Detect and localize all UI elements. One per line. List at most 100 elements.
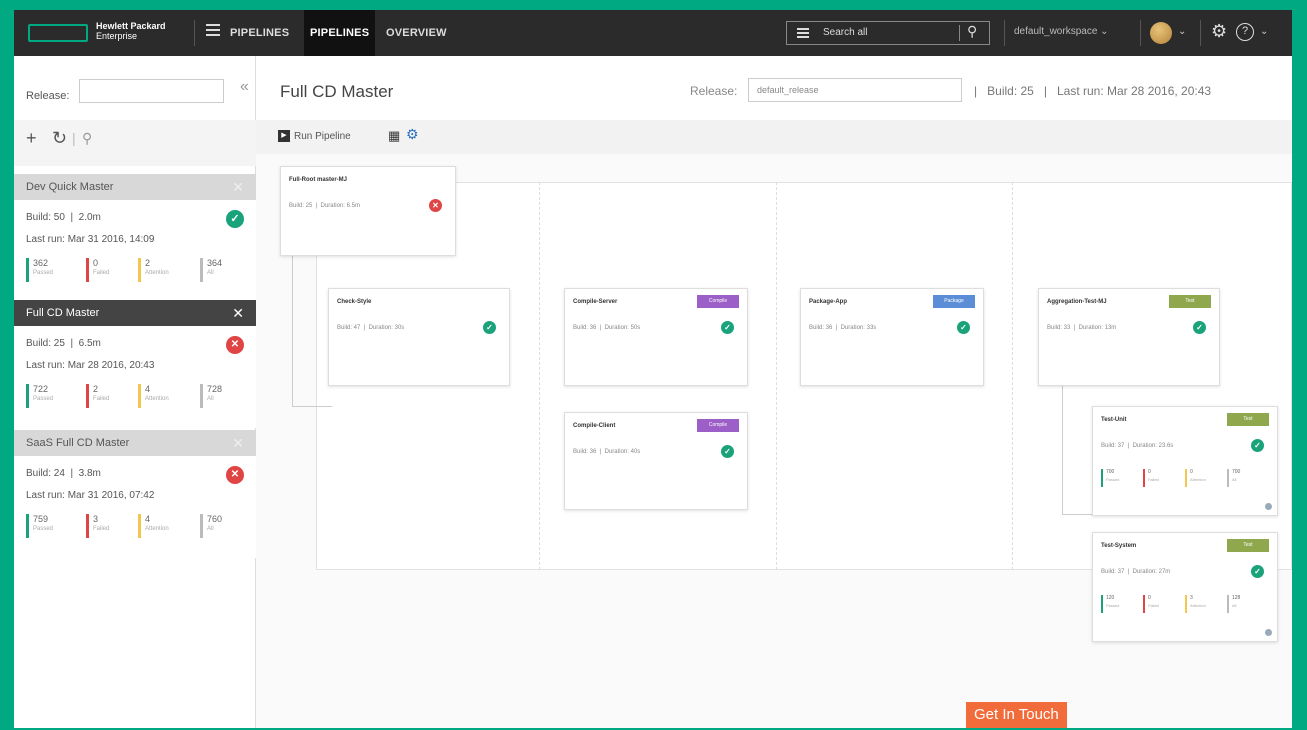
job-name[interactable]: Aggregation-Test-MJ — [1047, 299, 1107, 305]
job-name[interactable]: Compile-Client — [573, 423, 615, 429]
test-stat[interactable]: 4 Attention — [138, 514, 169, 538]
test-stat[interactable]: 0 Failed — [1143, 469, 1159, 487]
divider: | — [72, 130, 76, 146]
release-select[interactable]: default_release — [748, 78, 962, 102]
search-icon[interactable]: ⚲ — [967, 23, 977, 40]
menu-icon[interactable] — [206, 24, 220, 36]
grid-view-icon[interactable]: ▦ — [388, 128, 400, 144]
pipeline-job[interactable]: Compile-Client Build: 36 | Duration: 40s C… — [564, 412, 748, 510]
job-name[interactable]: Compile-Server — [573, 299, 617, 305]
pipeline-canvas: Full-Root master-MJ Build: 25 | Duration:… — [256, 154, 1292, 728]
job-duration: Duration: 40s — [604, 449, 641, 455]
pipeline-card[interactable]: Full CD Master ✕ Build: 25 | 6.5m Last run:… — [14, 300, 256, 428]
passed-status-icon: ✓ — [1251, 565, 1264, 578]
nav-pipelines[interactable]: PIPELINES — [304, 10, 376, 56]
close-icon[interactable]: ✕ — [232, 430, 244, 456]
test-stat[interactable]: 700 All — [1227, 469, 1240, 487]
search-menu-icon[interactable] — [797, 28, 809, 40]
pipeline-job[interactable]: Package-App Build: 36 | Duration: 33s Pack… — [800, 288, 984, 386]
stat-value: 728 — [207, 384, 223, 394]
pipelines-sidebar: Release: « + ↻ | ⚲ Dev Quick Master ✕ Buil… — [14, 56, 256, 728]
test-stat[interactable]: 2 Attention — [138, 258, 169, 282]
nav-pipelines-module[interactable]: PIPELINES — [230, 10, 289, 56]
test-stat[interactable]: 128 All — [1227, 595, 1240, 613]
chevron-down-icon[interactable]: ⌄ — [1178, 26, 1186, 37]
test-stat[interactable]: 362 Passed — [26, 258, 53, 282]
stat-label: All — [207, 270, 214, 276]
pipeline-job[interactable]: Aggregation-Test-MJ Build: 33 | Duration:… — [1038, 288, 1220, 386]
pipeline-job[interactable]: Test-System Build: 37 | Duration: 27m Test… — [1092, 532, 1278, 642]
job-duration: Duration: 6.5m — [320, 203, 360, 209]
test-stat[interactable]: 760 All — [200, 514, 222, 538]
test-stat[interactable]: 728 All — [200, 384, 222, 408]
search-icon[interactable]: ⚲ — [82, 130, 92, 147]
pipeline-job[interactable]: Test-Unit Build: 37 | Duration: 23.6s Test… — [1092, 406, 1278, 516]
test-stat[interactable]: 120 Passed — [1101, 595, 1119, 613]
run-pipeline-button[interactable]: Run Pipeline — [294, 131, 351, 142]
test-stat[interactable]: 2 Failed — [86, 384, 109, 408]
job-name[interactable]: Test-Unit — [1101, 417, 1127, 423]
search-input[interactable]: Search all — [823, 27, 867, 38]
pipeline-job[interactable]: Compile-Server Build: 36 | Duration: 50s C… — [564, 288, 748, 386]
expand-dot-icon[interactable] — [1265, 503, 1272, 510]
pipeline-card-title[interactable]: Dev Quick Master — [14, 174, 256, 200]
pipeline-last-run: Last run: Mar 31 2016, 07:42 — [26, 490, 154, 501]
job-name[interactable]: Check-Style — [337, 299, 371, 305]
get-in-touch-button[interactable]: Get In Touch — [966, 702, 1067, 728]
global-search[interactable]: Search all ⚲ — [786, 21, 990, 45]
pipeline-card[interactable]: Dev Quick Master ✕ Build: 50 | 2.0m Last ru… — [14, 174, 256, 302]
play-icon[interactable]: ▶ — [278, 130, 290, 142]
test-stat[interactable]: 0 Failed — [1143, 595, 1159, 613]
divider: | — [974, 84, 984, 98]
refresh-icon[interactable]: ↻ — [52, 128, 67, 149]
passed-status-icon: ✓ — [1251, 439, 1264, 452]
pipeline-card-title[interactable]: Full CD Master — [14, 300, 256, 326]
chevron-down-icon[interactable]: ⌄ — [1260, 26, 1268, 37]
build-number: Build: 25 — [26, 338, 65, 349]
job-name[interactable]: Full-Root master-MJ — [289, 177, 347, 183]
test-stat[interactable]: 700 Passed — [1101, 469, 1119, 487]
last-run-label: Last run: — [26, 490, 65, 501]
stat-label: All — [1232, 477, 1237, 482]
test-stat[interactable]: 364 All — [200, 258, 222, 282]
test-stat[interactable]: 759 Passed — [26, 514, 53, 538]
gear-icon[interactable]: ⚙ — [1211, 21, 1227, 42]
test-stat[interactable]: 3 Attention — [1185, 595, 1206, 613]
workspace-selector[interactable]: default_workspace ⌄ — [1014, 26, 1109, 37]
close-icon[interactable]: ✕ — [232, 174, 244, 200]
pipeline-job[interactable]: Check-Style Build: 47 | Duration: 30s ✓ — [328, 288, 510, 386]
test-stat[interactable]: 722 Passed — [26, 384, 53, 408]
job-build: Build: 36 — [573, 325, 597, 331]
add-pipeline-icon[interactable]: + — [26, 128, 37, 149]
job-build: Build: 36 — [809, 325, 833, 331]
stat-label: All — [207, 396, 214, 402]
stat-label: Failed — [1148, 477, 1159, 482]
test-stat[interactable]: 3 Failed — [86, 514, 109, 538]
job-name[interactable]: Package-App — [809, 299, 847, 305]
settings-icon[interactable]: ⚙ — [406, 126, 419, 143]
nav-overview[interactable]: OVERVIEW — [386, 10, 447, 56]
pipeline-card-title[interactable]: SaaS Full CD Master — [14, 430, 256, 456]
test-stat[interactable]: 0 Failed — [86, 258, 109, 282]
job-meta: Build: 25 | Duration: 6.5m — [289, 203, 360, 209]
avatar[interactable] — [1150, 22, 1172, 44]
expand-dot-icon[interactable] — [1265, 629, 1272, 636]
failed-status-icon: ✕ — [226, 336, 244, 354]
release-filter-input[interactable] — [79, 79, 224, 103]
company-logo-text: Hewlett Packard Enterprise — [96, 21, 166, 41]
pipeline-job[interactable]: Full-Root master-MJ Build: 25 | Duration:… — [280, 166, 456, 256]
collapse-sidebar-icon[interactable]: « — [240, 78, 249, 96]
job-meta: Build: 37 | Duration: 27m — [1101, 569, 1171, 575]
last-run-date: Mar 28 2016, 20:43 — [67, 360, 155, 371]
help-icon[interactable]: ? — [1236, 23, 1254, 41]
stat-value: 700 — [1106, 469, 1115, 475]
test-stat[interactable]: 4 Attention — [138, 384, 169, 408]
pipeline-card[interactable]: SaaS Full CD Master ✕ Build: 24 | 3.8m Last… — [14, 430, 256, 558]
top-bar: Hewlett Packard Enterprise PIPELINES PIP… — [14, 10, 1292, 56]
job-name[interactable]: Test-System — [1101, 543, 1136, 549]
chevron-down-icon: ⌄ — [1100, 26, 1109, 37]
pipeline-build: Build: 25 | 6.5m — [26, 338, 101, 349]
test-stat[interactable]: 0 Attention — [1185, 469, 1206, 487]
close-icon[interactable]: ✕ — [232, 300, 244, 326]
stat-label: All — [207, 526, 214, 532]
